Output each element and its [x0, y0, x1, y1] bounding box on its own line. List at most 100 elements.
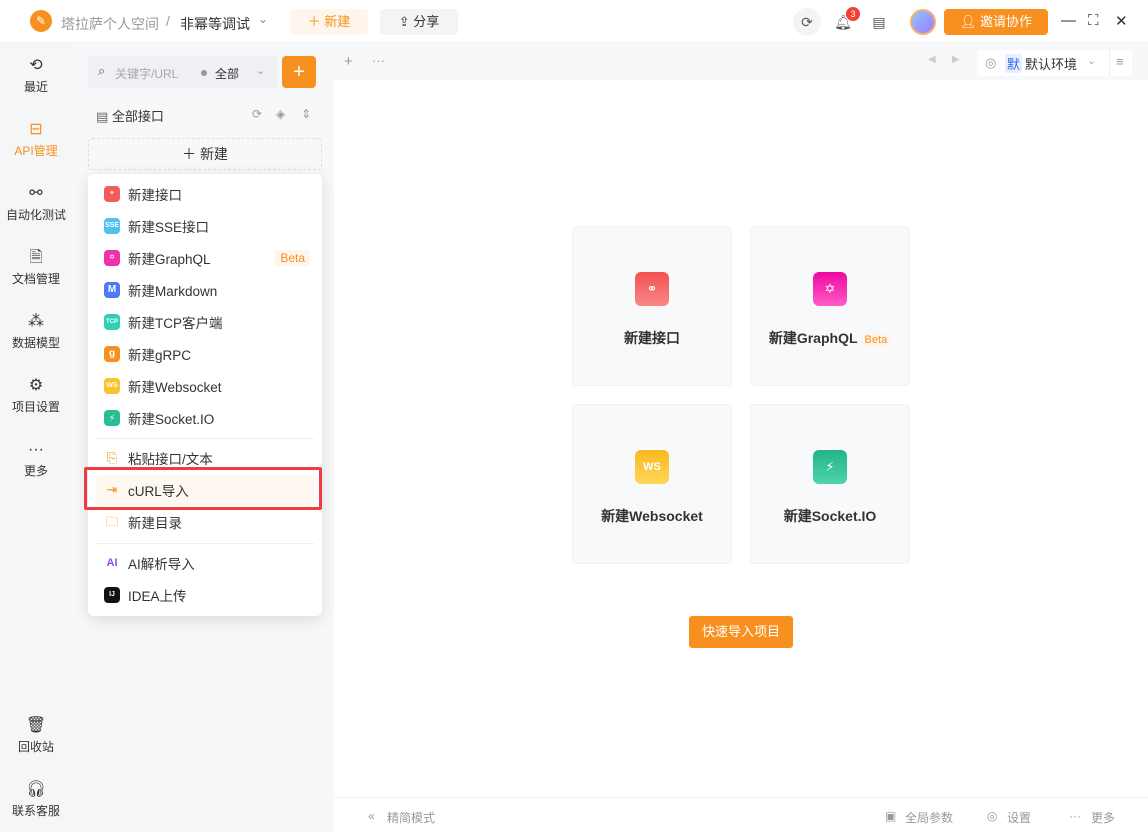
- beta-badge: Beta: [860, 333, 892, 347]
- menu-label: 新建目录: [128, 516, 182, 531]
- global-params-button[interactable]: 全局参数: [905, 809, 953, 826]
- sync-icon[interactable]: ⟳: [793, 8, 821, 36]
- breadcrumb-project[interactable]: 非幂等调试: [180, 14, 250, 34]
- plus-icon: ＋: [182, 146, 200, 162]
- nav-label: 数据模型: [11, 336, 60, 350]
- card-label: 新建接口: [624, 330, 680, 346]
- menu-label: 新建接口: [128, 188, 182, 203]
- chevron-down-icon[interactable]: ⌄: [256, 64, 265, 77]
- nav-project-settings[interactable]: ⚙︎ 项目设置: [0, 376, 72, 415]
- intellij-icon: IJ: [104, 587, 120, 603]
- footer-bar: « 精简模式 ▣ 全局参数 ◎ 设置 ··· 更多: [334, 797, 1148, 832]
- menu-label: 新建GraphQL: [128, 252, 211, 267]
- more-icon: ···: [1069, 809, 1081, 823]
- filter-select[interactable]: 全部: [215, 65, 239, 82]
- expand-icon[interactable]: ⇕: [301, 107, 311, 121]
- link-icon: ⚭: [635, 272, 669, 306]
- card-new-socketio[interactable]: ⚡︎ 新建Socket.IO: [750, 404, 910, 564]
- settings-icon: ◎: [987, 809, 998, 823]
- menu-item-new-socketio[interactable]: ⚡ 新建Socket.IO: [96, 403, 314, 433]
- highlight-box: [84, 467, 322, 510]
- nav-label: 最近: [23, 80, 48, 94]
- more-button[interactable]: 更多: [1091, 809, 1115, 826]
- new-item-label: 新建: [199, 146, 228, 162]
- notes-icon[interactable]: ▤: [865, 8, 893, 36]
- tree-icon: ▤: [96, 109, 112, 124]
- new-item-button[interactable]: ＋ 新建: [88, 138, 322, 170]
- menu-item-new-markdown[interactable]: M 新建Markdown: [96, 275, 314, 305]
- menu-item-new-graphql[interactable]: ✡ 新建GraphQL Beta: [96, 243, 314, 273]
- nav-docs[interactable]: 🗎︎ 文档管理: [0, 248, 72, 287]
- markdown-icon: M: [104, 282, 120, 298]
- menu-item-idea-upload[interactable]: IJ IDEA上传: [96, 580, 314, 610]
- minimize-icon[interactable]: —: [1061, 12, 1076, 29]
- flow-icon: ⚯: [29, 185, 43, 202]
- collapse-icon[interactable]: «: [368, 809, 375, 823]
- share-button[interactable]: ⇪ 分享: [380, 9, 458, 35]
- nav-api[interactable]: ⊟ API管理: [0, 120, 72, 159]
- env-label: 默认环境: [1025, 57, 1078, 72]
- user-add-icon: 👤︎: [959, 14, 981, 29]
- menu-item-new-tcp[interactable]: TCP 新建TCP客户端: [96, 307, 314, 337]
- card-label: 新建Socket.IO: [783, 508, 877, 524]
- nav-label: 文档管理: [11, 272, 60, 286]
- menu-item-new-folder[interactable]: 🗀︎ 新建目录: [96, 507, 314, 537]
- add-button[interactable]: +: [282, 56, 316, 88]
- environment-select[interactable]: ◎ 默 默认环境 ⌄ ≡: [977, 50, 1132, 76]
- tree-title: 全部接口: [111, 109, 164, 124]
- environment-icon: ◎: [985, 55, 997, 70]
- nav-more[interactable]: ··· 更多: [0, 440, 72, 479]
- menu-item-new-websocket[interactable]: WS 新建Websocket: [96, 371, 314, 401]
- menu-item-new-api[interactable]: ⚭ 新建接口: [96, 179, 314, 209]
- quick-import-button[interactable]: 快速导入项目: [689, 616, 793, 648]
- breadcrumb-workspace[interactable]: 塔拉萨个人空间: [61, 14, 159, 34]
- menu-icon[interactable]: ≡: [1116, 54, 1124, 69]
- menu-item-ai-import[interactable]: AI AI解析导入: [96, 548, 314, 578]
- nav-trash[interactable]: 🗑︎ 回收站: [0, 716, 72, 755]
- maximize-icon[interactable]: ⛶: [1088, 12, 1099, 29]
- more-tabs-icon[interactable]: ···: [372, 53, 385, 68]
- share-label: 分享: [413, 14, 440, 29]
- menu-item-new-sse[interactable]: SSE 新建SSE接口: [96, 211, 314, 241]
- card-label: 新建GraphQL: [768, 330, 858, 346]
- new-menu: ⚭ 新建接口 SSE 新建SSE接口 ✡ 新建GraphQL Beta M 新建Markd…: [88, 174, 322, 616]
- beta-badge: Beta: [275, 250, 310, 266]
- close-icon[interactable]: ✕: [1115, 12, 1128, 30]
- locate-icon[interactable]: ◈: [276, 107, 285, 121]
- link-icon: ⚭: [104, 186, 120, 202]
- new-label: 新建: [324, 14, 351, 29]
- menu-label: 新建Websocket: [128, 380, 222, 395]
- chevron-down-icon[interactable]: ⌄: [258, 12, 268, 26]
- card-new-api[interactable]: ⚭ 新建接口: [572, 226, 732, 386]
- menu-label: 新建Socket.IO: [128, 412, 215, 427]
- menu-item-new-grpc[interactable]: g 新建gRPC: [96, 339, 314, 369]
- share-icon: ⇪: [398, 14, 414, 29]
- tab-prev-icon[interactable]: ◀: [928, 54, 936, 65]
- nav-automation[interactable]: ⚯ 自动化测试: [0, 184, 72, 223]
- nav-label: 项目设置: [11, 400, 60, 414]
- compact-mode-button[interactable]: 精简模式: [387, 809, 435, 826]
- folder-add-icon: 🗀︎: [105, 514, 119, 529]
- menu-label: 新建Markdown: [128, 284, 218, 299]
- nav-recent[interactable]: ⟲ 最近: [0, 56, 72, 95]
- search-input[interactable]: ⌕ 关键字/URL 全部 ⌄: [88, 56, 278, 88]
- invite-button[interactable]: 👤︎ 邀请协作: [944, 9, 1048, 35]
- invite-label: 邀请协作: [980, 14, 1033, 29]
- add-tab-icon[interactable]: +: [344, 53, 353, 70]
- card-new-graphql[interactable]: ✡ 新建GraphQL Beta: [750, 226, 910, 386]
- notification-badge: 3: [846, 7, 860, 21]
- card-new-websocket[interactable]: WS 新建Websocket: [572, 404, 732, 564]
- refresh-icon[interactable]: ⟳: [252, 107, 262, 121]
- nav-support[interactable]: 🎧︎ 联系客服: [0, 780, 72, 819]
- avatar[interactable]: [910, 9, 936, 35]
- new-button[interactable]: ＋ 新建: [290, 9, 368, 35]
- nav-models[interactable]: ⁂ 数据模型: [0, 312, 72, 351]
- trash-icon: 🗑︎: [25, 717, 47, 734]
- paste-icon: ⎘: [106, 450, 118, 465]
- tree-header[interactable]: ▤ 全部接口: [96, 106, 164, 125]
- tab-next-icon[interactable]: ▶: [952, 54, 960, 65]
- ai-icon: AI: [106, 557, 118, 569]
- settings-button[interactable]: 设置: [1007, 809, 1031, 826]
- app-logo-icon: ✎: [30, 10, 52, 32]
- headset-icon: 🎧︎: [25, 781, 47, 798]
